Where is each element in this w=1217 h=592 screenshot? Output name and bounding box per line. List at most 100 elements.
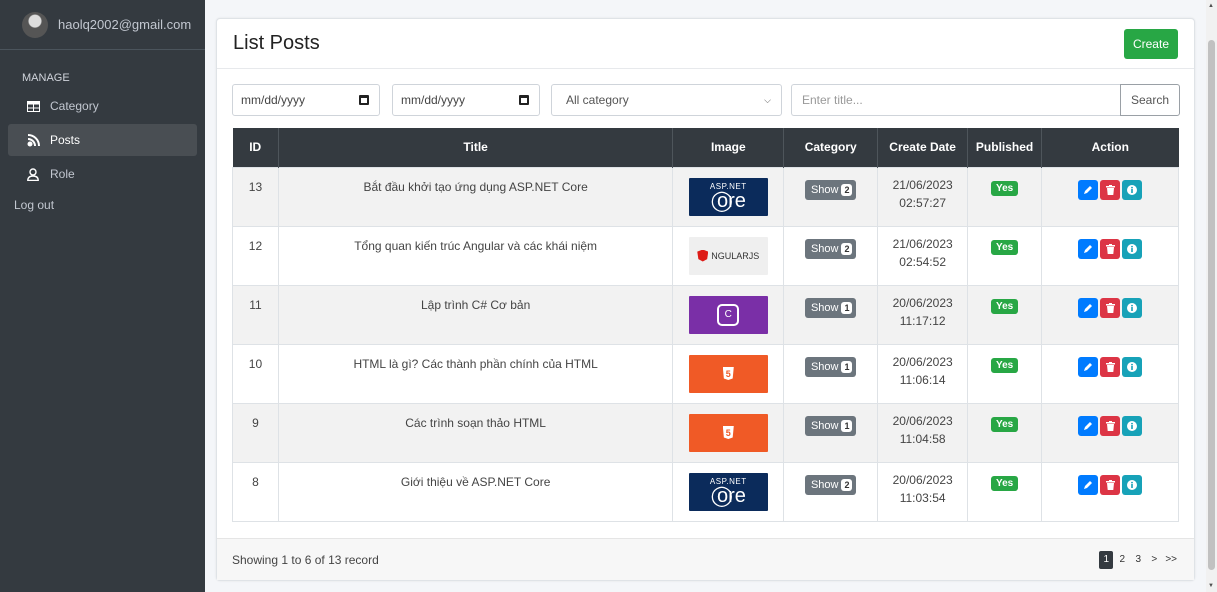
html5-logo: 5 <box>688 413 768 452</box>
record-count-text: Showing 1 to 6 of 13 record <box>232 552 379 567</box>
html5-shield-icon: 5 <box>722 426 734 439</box>
show-category-button[interactable]: Show 1 <box>804 356 857 377</box>
info-icon <box>1127 184 1138 195</box>
category-count-badge: 2 <box>841 183 853 196</box>
sidebar-item-category[interactable]: Category <box>8 90 197 122</box>
edit-button[interactable] <box>1078 238 1099 259</box>
show-category-button[interactable]: Show 1 <box>804 415 857 436</box>
delete-button[interactable] <box>1100 356 1121 377</box>
card-footer: Showing 1 to 6 of 13 record 1 2 3 > >> <box>217 538 1194 580</box>
table-row: 11 Lập trình C# Cơ bản C Show 1 20/06/2023 11:… <box>232 284 1179 345</box>
sidebar-item-label: Role <box>50 167 75 181</box>
info-button[interactable] <box>1122 238 1143 259</box>
edit-button[interactable] <box>1078 356 1099 377</box>
show-label: Show <box>810 478 839 491</box>
user-email[interactable]: haolq2002@gmail.com <box>58 17 191 32</box>
show-label: Show <box>810 301 839 314</box>
edit-button[interactable] <box>1078 474 1099 495</box>
info-button[interactable] <box>1122 356 1143 377</box>
user-panel[interactable]: haolq2002@gmail.com <box>0 0 205 50</box>
delete-button[interactable] <box>1100 474 1121 495</box>
logout-link[interactable]: Log out <box>0 190 205 212</box>
calendar-icon[interactable] <box>359 95 369 105</box>
info-icon <box>1127 361 1138 372</box>
show-category-button[interactable]: Show 2 <box>804 179 857 200</box>
table-row: 8 Giới thiệu về ASP.NET Core ASP.NET ◯ore Sh… <box>232 461 1179 522</box>
info-button[interactable] <box>1122 179 1143 200</box>
search-button[interactable]: Search <box>1120 84 1180 116</box>
create-time: 11:03:54 <box>899 490 946 505</box>
cell-published: Yes <box>967 461 1043 522</box>
page-link-1[interactable]: 1 <box>1099 550 1114 569</box>
cell-actions <box>1041 284 1179 345</box>
info-icon <box>1127 479 1138 490</box>
create-date: 20/06/2023 <box>892 295 953 310</box>
cell-published: Yes <box>967 402 1043 463</box>
trash-icon <box>1105 361 1115 372</box>
table-row: 9 Các trình soạn thảo HTML 5 Show 1 20/06/202… <box>232 402 1179 463</box>
cell-create-date: 21/06/2023 02:57:27 <box>877 166 969 227</box>
category-count-badge: 2 <box>841 242 853 255</box>
cell-id: 13 <box>232 166 279 227</box>
html5-shield-icon: 5 <box>722 367 734 380</box>
cell-title: Giới thiệu về ASP.NET Core <box>277 461 674 522</box>
user-icon <box>26 167 40 181</box>
create-time: 11:06:14 <box>899 372 946 387</box>
page-last-link[interactable]: >> <box>1163 551 1179 569</box>
info-icon <box>1127 420 1138 431</box>
category-select[interactable]: All category ⌵ <box>551 84 782 116</box>
column-header: Create Date <box>877 128 969 167</box>
show-category-button[interactable]: Show 2 <box>804 474 857 495</box>
vertical-scrollbar[interactable]: ▲ ▼ <box>1206 0 1217 592</box>
scroll-up-icon[interactable]: ▲ <box>1208 3 1214 9</box>
delete-button[interactable] <box>1100 297 1121 318</box>
show-category-button[interactable]: Show 1 <box>804 297 857 318</box>
column-header: ID <box>232 128 279 167</box>
table-row: 10 HTML là gì? Các thành phần chính của H… <box>232 343 1179 404</box>
filter-bar: mm/dd/yyyy mm/dd/yyyy All category ⌵ Ent… <box>232 84 1180 116</box>
date-to-input[interactable]: mm/dd/yyyy <box>392 84 540 116</box>
edit-button[interactable] <box>1078 179 1099 200</box>
cell-title: Các trình soạn thảo HTML <box>277 402 674 463</box>
page-next-link[interactable]: > <box>1147 551 1161 569</box>
create-time: 02:57:27 <box>899 195 946 210</box>
title-search-input[interactable]: Enter title... <box>791 84 1121 116</box>
cell-create-date: 21/06/2023 02:54:52 <box>877 225 969 286</box>
scroll-down-icon[interactable]: ▼ <box>1208 583 1214 589</box>
sidebar-item-label: Posts <box>50 133 81 147</box>
create-button[interactable]: Create <box>1123 28 1178 59</box>
info-icon <box>1127 243 1138 254</box>
edit-button[interactable] <box>1078 415 1099 436</box>
show-category-button[interactable]: Show 2 <box>804 238 857 259</box>
published-badge: Yes <box>990 239 1019 255</box>
info-button[interactable] <box>1122 297 1143 318</box>
info-button[interactable] <box>1122 474 1143 495</box>
cell-image: NGULARJS <box>672 225 785 286</box>
sidebar-item-label: Category <box>50 99 99 113</box>
info-button[interactable] <box>1122 415 1143 436</box>
cell-actions <box>1041 166 1179 227</box>
cell-published: Yes <box>967 166 1043 227</box>
date-from-input[interactable]: mm/dd/yyyy <box>232 84 380 116</box>
page-link-3[interactable]: 3 <box>1131 551 1145 569</box>
delete-button[interactable] <box>1100 238 1121 259</box>
posts-table: ID Title Image Category Create Date Publ… <box>232 128 1179 522</box>
edit-button[interactable] <box>1078 297 1099 318</box>
page-link-2[interactable]: 2 <box>1115 551 1129 569</box>
aspnet-core-logo: ASP.NET ◯ore <box>688 177 768 216</box>
show-label: Show <box>810 183 839 196</box>
sidebar-item-role[interactable]: Role <box>8 158 197 190</box>
html5-logo: 5 <box>688 354 768 393</box>
scroll-thumb[interactable] <box>1208 40 1215 570</box>
calendar-icon[interactable] <box>519 95 529 105</box>
delete-button[interactable] <box>1100 179 1121 200</box>
create-date: 20/06/2023 <box>892 413 953 428</box>
sidebar-item-posts[interactable]: Posts <box>8 124 197 156</box>
published-badge: Yes <box>990 357 1019 373</box>
cell-id: 12 <box>232 225 279 286</box>
published-badge: Yes <box>990 298 1019 314</box>
delete-button[interactable] <box>1100 415 1121 436</box>
cell-create-date: 20/06/2023 11:06:14 <box>877 343 969 404</box>
cell-create-date: 20/06/2023 11:17:12 <box>877 284 969 345</box>
column-header: Published <box>967 128 1043 167</box>
